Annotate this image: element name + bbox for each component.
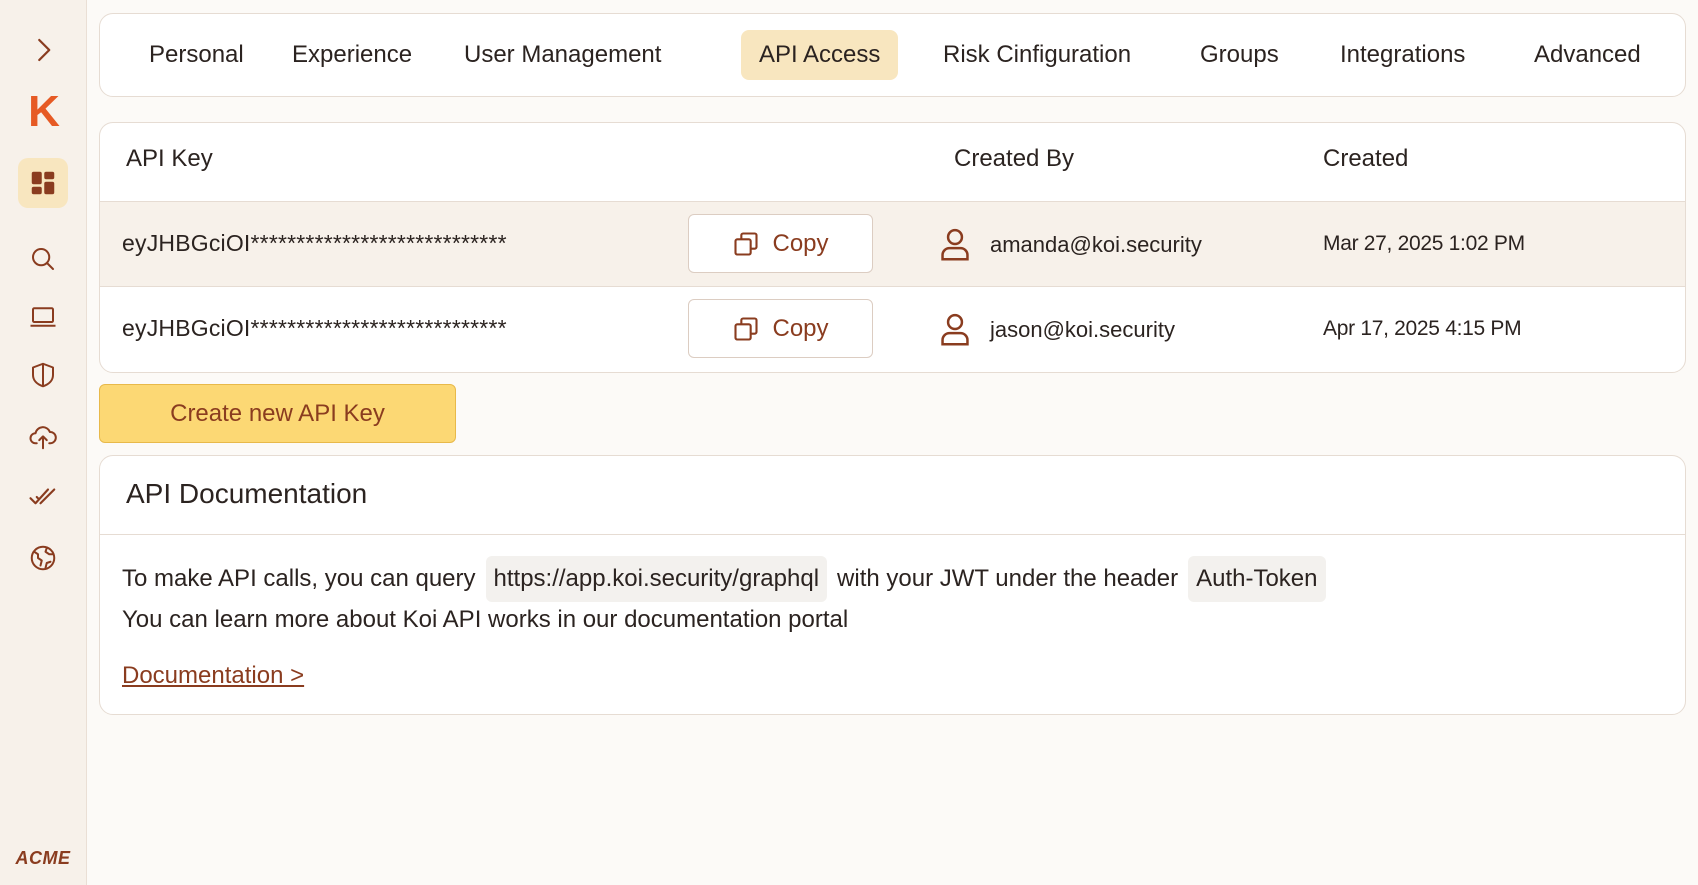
copy-icon [734, 231, 759, 256]
settings-tabs: Personal Experience User Management API … [99, 13, 1686, 97]
shield-icon[interactable] [18, 350, 68, 400]
create-api-key-button[interactable]: Create new API Key [99, 384, 456, 443]
tab-experience[interactable]: Experience [274, 30, 430, 80]
table-row: eyJHBGciOI**************************** C… [100, 202, 1685, 287]
koi-logo[interactable]: K [24, 87, 64, 136]
created-date: Apr 17, 2025 4:15 PM [1323, 317, 1522, 340]
doc-paragraph-1: To make API calls, you can query https:/… [122, 556, 1336, 602]
documentation-link[interactable]: Documentation > [122, 662, 304, 690]
doc-divider [100, 534, 1685, 535]
search-icon[interactable] [18, 234, 68, 284]
api-key-value: eyJHBGciOI**************************** [122, 230, 507, 256]
user-icon [941, 228, 969, 261]
api-key-value: eyJHBGciOI**************************** [122, 315, 507, 341]
tab-advanced[interactable]: Advanced [1516, 30, 1659, 80]
doc-paragraph-2: You can learn more about Koi API works i… [122, 606, 849, 633]
cloud-upload-icon[interactable] [18, 412, 68, 462]
doc-text-middle: with your JWT under the header [837, 565, 1179, 592]
api-documentation-card: API Documentation To make API calls, you… [99, 455, 1686, 715]
acme-brand: ACME [15, 848, 71, 868]
tab-risk-configuration[interactable]: Risk Cinfiguration [925, 30, 1149, 80]
created-by-email: amanda@koi.security [990, 232, 1202, 257]
copy-icon [734, 316, 759, 341]
tab-personal[interactable]: Personal [131, 30, 262, 80]
endpoint-code: https://app.koi.security/graphql [485, 556, 828, 602]
tab-groups[interactable]: Groups [1182, 30, 1297, 80]
copy-label: Copy [772, 314, 829, 342]
dashboard-icon[interactable] [18, 158, 68, 208]
laptop-icon[interactable] [18, 292, 68, 342]
chevron-right-icon[interactable] [18, 25, 68, 75]
copy-button[interactable]: Copy [688, 299, 873, 358]
copy-label: Copy [772, 229, 829, 257]
tab-integrations[interactable]: Integrations [1322, 30, 1483, 80]
tab-user-management[interactable]: User Management [446, 30, 679, 80]
doc-text-prefix: To make API calls, you can query [122, 565, 476, 592]
column-header-created: Created [1323, 145, 1409, 172]
column-header-created-by: Created By [954, 145, 1075, 172]
api-keys-table: API Key Created By Created eyJHBGciOI***… [99, 122, 1686, 373]
user-icon [941, 313, 969, 346]
tab-api-access[interactable]: API Access [741, 30, 899, 80]
created-by-email: jason@koi.security [990, 317, 1175, 342]
table-row: eyJHBGciOI**************************** C… [100, 287, 1685, 371]
column-header-api-key: API Key [126, 145, 213, 172]
copy-button[interactable]: Copy [688, 214, 873, 273]
sidebar: K ACME [0, 0, 87, 885]
globe-icon[interactable] [18, 533, 68, 583]
header-code: Auth-Token [1188, 556, 1326, 602]
created-date: Mar 27, 2025 1:02 PM [1323, 232, 1525, 255]
double-check-icon[interactable] [18, 472, 68, 522]
doc-title: API Documentation [126, 478, 368, 509]
